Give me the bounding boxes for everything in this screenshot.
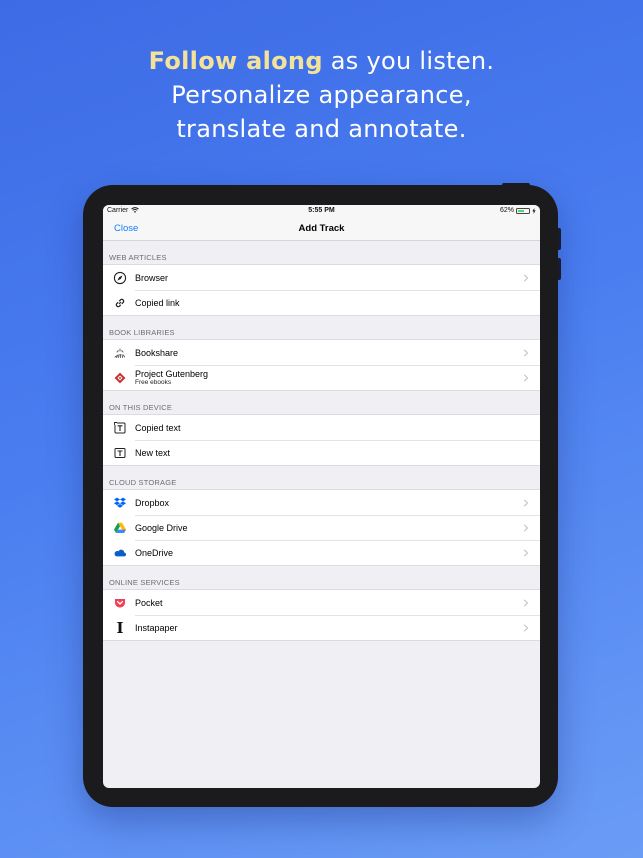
list-item-texts: Project Gutenberg Free ebooks: [135, 369, 208, 387]
dropbox-icon: [113, 496, 127, 510]
list-item-bookshare[interactable]: Bookshare: [103, 340, 540, 365]
bookshare-icon: [113, 346, 127, 360]
list-item-label: Instapaper: [135, 622, 178, 633]
list-item-pocket[interactable]: Pocket: [103, 590, 540, 615]
link-icon: [113, 296, 127, 310]
list-item-copied-link[interactable]: Copied link: [103, 290, 540, 315]
compass-icon: [113, 271, 127, 285]
gutenberg-icon: [113, 371, 127, 385]
section-header-cloud-storage: CLOUD STORAGE: [103, 466, 540, 490]
chevron-right-icon: [523, 498, 529, 507]
section-header-online-services: ONLINE SERVICES: [103, 566, 540, 590]
battery-icon: [516, 208, 530, 214]
headline-line-2: Personalize appearance,: [171, 81, 472, 109]
chevron-right-icon: [523, 523, 529, 532]
list-item-label: Dropbox: [135, 497, 170, 508]
list-item-label: Copied text: [135, 422, 181, 433]
section-header-book-libraries: BOOK LIBRARIES: [103, 316, 540, 340]
tablet-screen: Carrier 5:55 PM 62% Close Add Track WEB …: [103, 205, 540, 788]
onedrive-icon: [113, 546, 127, 560]
navigation-bar: Close Add Track: [103, 217, 540, 241]
headline-line-1: Follow along as you listen.: [0, 44, 643, 78]
list-item-label: Bookshare: [135, 347, 179, 358]
section-header-web-articles: WEB ARTICLES: [103, 241, 540, 265]
section-group-book-libraries: Bookshare Project Gutenberg Free ebooks: [103, 340, 540, 391]
add-track-list: WEB ARTICLES Browser Copied link BOOK LIBRA…: [103, 241, 540, 641]
list-item-dropbox[interactable]: Dropbox: [103, 490, 540, 515]
status-time: 5:55 PM: [308, 207, 335, 214]
list-item-onedrive[interactable]: OneDrive: [103, 540, 540, 565]
list-item-subtitle: Free ebooks: [135, 378, 172, 386]
headline-line-3: translate and annotate.: [176, 115, 467, 143]
chevron-right-icon: [523, 348, 529, 357]
nav-title: Add Track: [298, 223, 345, 234]
section-group-online-services: Pocket I Instapaper: [103, 590, 540, 641]
list-item-label: Project Gutenberg: [135, 368, 209, 379]
headline: Follow along as you listen. Personalize …: [0, 44, 643, 146]
list-item-new-text[interactable]: New text: [103, 440, 540, 465]
list-item-label: Copied link: [135, 297, 180, 308]
chevron-right-icon: [523, 598, 529, 607]
list-item-label: OneDrive: [135, 547, 174, 558]
section-group-web-articles: Browser Copied link: [103, 265, 540, 316]
list-item-browser[interactable]: Browser: [103, 265, 540, 290]
charging-icon: [532, 208, 536, 214]
new-text-icon: [113, 446, 127, 460]
instapaper-icon: I: [116, 618, 124, 637]
pocket-icon: [113, 596, 127, 610]
battery-fill: [518, 210, 524, 212]
chevron-right-icon: [523, 373, 529, 382]
section-group-on-this-device: Copied text New text: [103, 415, 540, 466]
list-item-label: Browser: [135, 272, 169, 283]
list-item-label: Google Drive: [135, 522, 188, 533]
chevron-right-icon: [523, 623, 529, 632]
copied-text-icon: [113, 421, 127, 435]
battery-status: 62%: [500, 205, 536, 217]
list-item-project-gutenberg[interactable]: Project Gutenberg Free ebooks: [103, 365, 540, 390]
list-item-label: Pocket: [135, 597, 163, 608]
chevron-right-icon: [523, 273, 529, 282]
battery-percentage: 62%: [499, 207, 514, 214]
section-header-on-this-device: ON THIS DEVICE: [103, 391, 540, 415]
headline-highlight: Follow along: [148, 47, 323, 75]
status-bar: Carrier 5:55 PM 62%: [103, 205, 540, 217]
list-item-copied-text[interactable]: Copied text: [103, 415, 540, 440]
chevron-right-icon: [523, 548, 529, 557]
list-item-google-drive[interactable]: Google Drive: [103, 515, 540, 540]
headline-line-1-rest: as you listen.: [322, 47, 495, 75]
list-item-label: New text: [135, 447, 171, 458]
list-item-instapaper[interactable]: I Instapaper: [103, 615, 540, 640]
google-drive-icon: [113, 521, 127, 535]
section-group-cloud-storage: Dropbox Google Drive OneDrive: [103, 490, 540, 566]
